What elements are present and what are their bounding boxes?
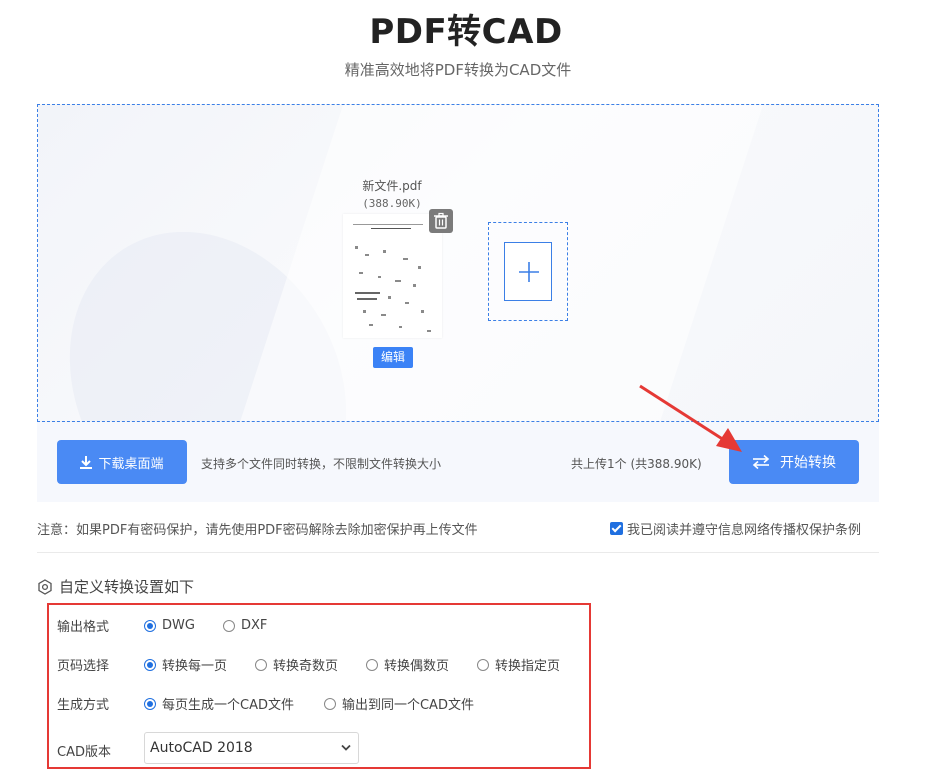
page-option-even[interactable]: 转换偶数页: [366, 655, 449, 674]
file-name: 新文件.pdf: [362, 179, 422, 193]
file-size: (388.90K): [362, 197, 422, 210]
agree-checkbox-row[interactable]: 我已阅读并遵守信息网络传播权保护条例: [610, 519, 861, 538]
download-icon: [80, 455, 93, 469]
cad-version-select[interactable]: AutoCAD 2018: [144, 732, 359, 764]
settings-title-text: 自定义转换设置如下: [59, 578, 195, 596]
page-select-label: 页码选择: [57, 659, 110, 674]
edit-file-button[interactable]: 编辑: [373, 347, 413, 368]
password-notice: 注意：如果PDF有密码保护，请先使用PDF密码解除去除加密保护再上传文件: [37, 523, 478, 538]
divider: [37, 552, 879, 553]
output-format-option-dwg[interactable]: DWG: [144, 618, 195, 633]
page-option-specific[interactable]: 转换指定页: [477, 655, 560, 674]
output-format-option-dxf[interactable]: DXF: [222, 618, 268, 633]
file-thumbnail[interactable]: [343, 214, 442, 338]
download-desktop-label: 下载桌面端: [98, 456, 164, 472]
page-option-all[interactable]: 转换每一页: [144, 655, 227, 674]
agree-checkbox[interactable]: [610, 522, 623, 535]
page-title: PDF转CAD: [369, 12, 563, 52]
upload-dropzone[interactable]: [37, 104, 879, 422]
page-option-odd[interactable]: 转换奇数页: [255, 655, 338, 674]
option-label: DXF: [240, 618, 268, 633]
cad-version-row: CAD版本: [57, 741, 144, 760]
page-select-row: 页码选择 转换每一页 转换奇数页 转换偶数页 转换指定页: [57, 655, 560, 674]
option-label: DWG: [162, 618, 195, 633]
option-label: 转换偶数页: [384, 659, 450, 674]
download-desktop-button[interactable]: 下载桌面端: [57, 440, 187, 484]
radio-selected[interactable]: [144, 697, 156, 710]
start-convert-button[interactable]: 开始转换: [729, 440, 859, 484]
settings-title: 自定义转换设置如下: [37, 576, 194, 597]
option-label: 转换奇数页: [273, 659, 339, 674]
output-format-row: 输出格式 DWG DXF: [57, 616, 267, 635]
option-label: 输出到同一个CAD文件: [341, 698, 474, 713]
settings-icon: [38, 578, 52, 595]
start-convert-label: 开始转换: [780, 455, 836, 471]
radio-selected[interactable]: [144, 658, 156, 671]
output-format-label: 输出格式: [57, 620, 110, 635]
generate-mode-label: 生成方式: [57, 698, 110, 713]
option-label: 转换每一页: [162, 659, 228, 674]
generate-mode-row: 生成方式 每页生成一个CAD文件 输出到同一个CAD文件: [57, 694, 474, 713]
trash-icon: [434, 212, 448, 229]
cad-version-label: CAD版本: [57, 745, 111, 760]
radio[interactable]: [323, 697, 336, 710]
radio[interactable]: [366, 658, 379, 671]
swap-icon: [752, 455, 770, 469]
cad-version-value: AutoCAD 2018: [150, 740, 253, 756]
page-subtitle: 精准高效地将PDF转换为CAD文件: [344, 61, 572, 79]
radio[interactable]: [222, 619, 235, 632]
option-label: 每页生成一个CAD文件: [162, 698, 294, 713]
upload-count: 共上传1个 (共388.90K): [571, 457, 702, 471]
plus-icon: [519, 262, 539, 282]
support-text: 支持多个文件同时转换，不限制文件转换大小: [201, 457, 442, 471]
generate-option-single-file[interactable]: 输出到同一个CAD文件: [323, 694, 474, 713]
radio[interactable]: [477, 658, 490, 671]
agree-label: 我已阅读并遵守信息网络传播权保护条例: [627, 523, 862, 538]
generate-option-per-page[interactable]: 每页生成一个CAD文件: [144, 694, 294, 713]
radio[interactable]: [255, 658, 268, 671]
radio-selected[interactable]: [144, 619, 156, 632]
delete-file-button[interactable]: [429, 209, 453, 233]
chevron-down-icon: [341, 744, 351, 751]
add-file-button[interactable]: [504, 242, 552, 301]
option-label: 转换指定页: [495, 659, 561, 674]
